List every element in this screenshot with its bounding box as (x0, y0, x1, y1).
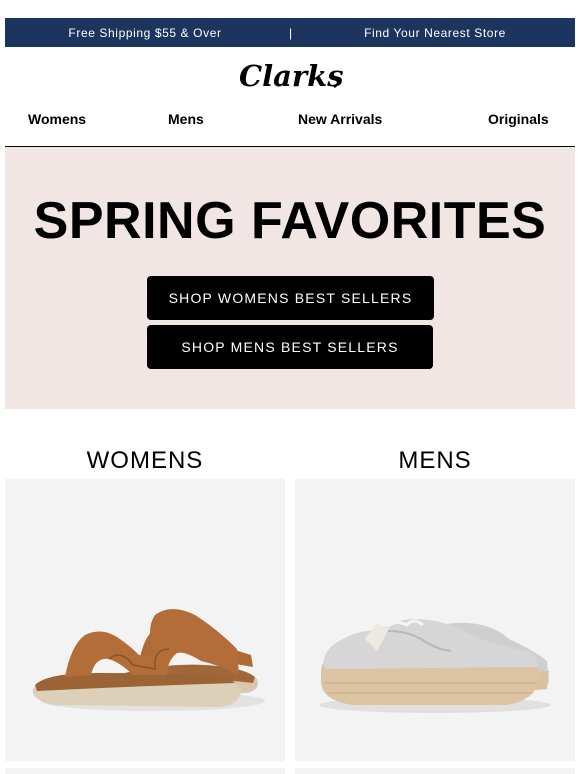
free-shipping-link[interactable]: Free Shipping $55 & Over (5, 26, 285, 40)
hero-title: SPRING FAVORITES (33, 192, 547, 250)
nav-womens[interactable]: Womens (28, 111, 86, 127)
shop-mens-best-sellers-button[interactable]: SHOP MENS BEST SELLERS (147, 325, 433, 369)
clarks-logo[interactable]: Clarks (0, 58, 580, 96)
logo-text: Clarks (239, 59, 344, 93)
nav-mens[interactable]: Mens (168, 111, 204, 127)
nav-originals[interactable]: Originals (488, 111, 549, 127)
nav-new-arrivals[interactable]: New Arrivals (298, 111, 382, 127)
next-row-preview-left (5, 768, 285, 774)
grey-wallabee-icon (319, 619, 551, 713)
mens-section-title: MENS (398, 447, 472, 474)
shop-womens-best-sellers-button[interactable]: SHOP WOMENS BEST SELLERS (147, 276, 434, 320)
hero-banner: SPRING FAVORITES SHOP WOMENS BEST SELLER… (5, 147, 575, 409)
womens-section-title: WOMENS (86, 447, 204, 474)
womens-product-image[interactable] (5, 479, 285, 761)
mens-product-image[interactable] (295, 479, 575, 761)
main-nav: Womens Mens New Arrivals Originals (0, 108, 580, 130)
next-row-preview-right (295, 768, 575, 774)
find-store-link[interactable]: Find Your Nearest Store (295, 26, 575, 40)
promo-separator: | (289, 25, 293, 40)
promo-bar: Free Shipping $55 & Over | Find Your Nea… (5, 18, 575, 47)
tan-sandal-icon (32, 609, 265, 711)
